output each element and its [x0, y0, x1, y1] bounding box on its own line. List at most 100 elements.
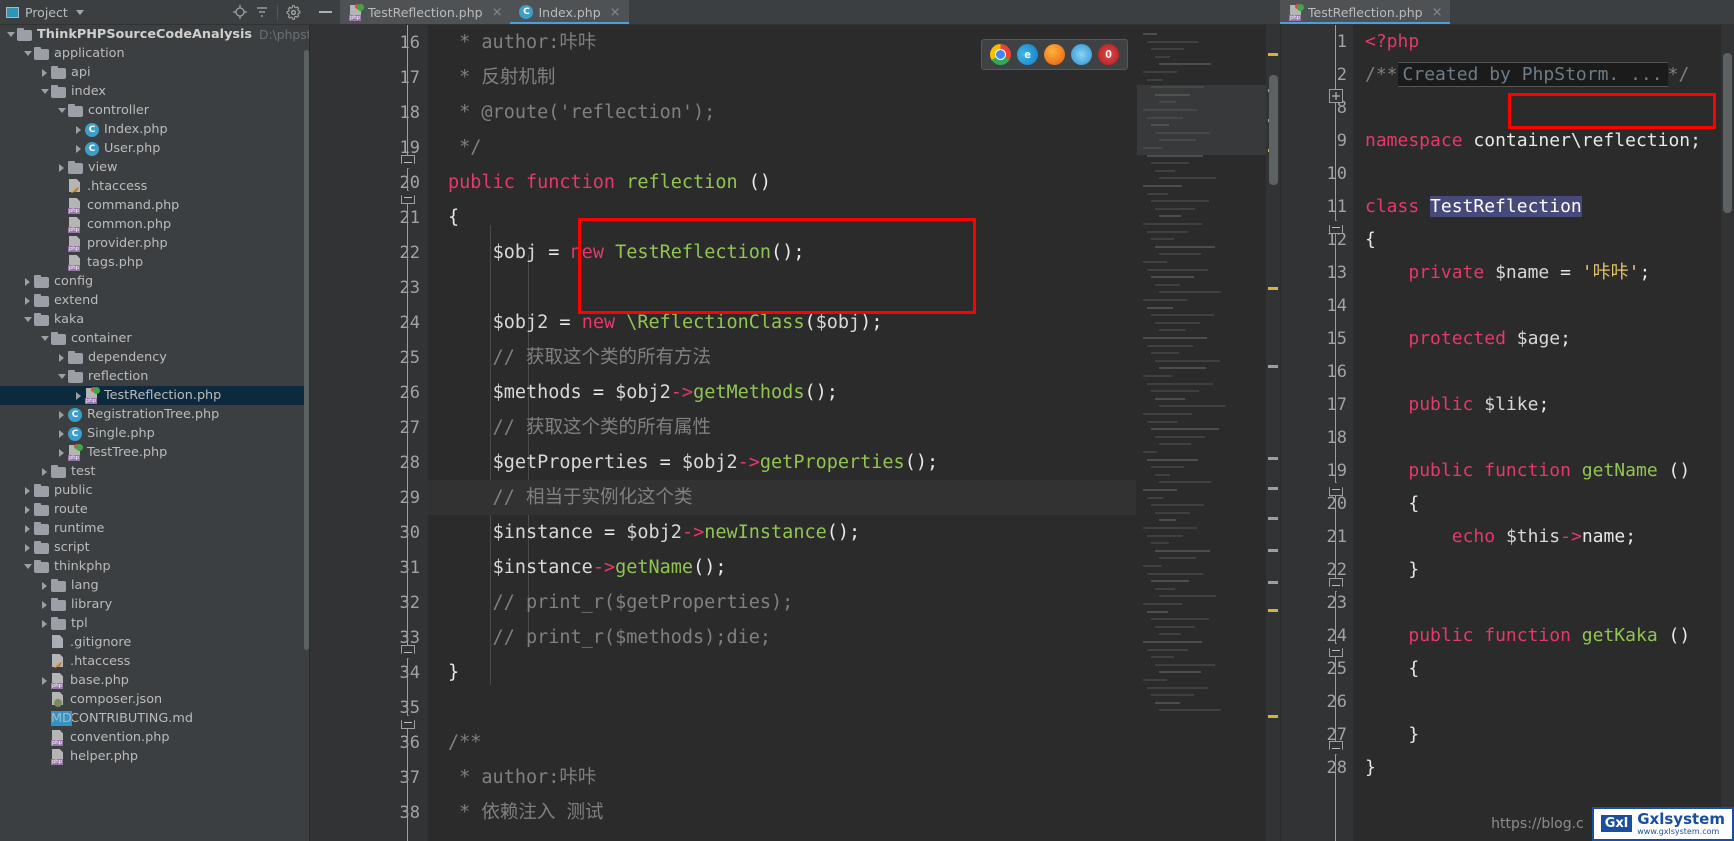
minimize-editor-button[interactable] — [310, 0, 340, 24]
tree-item-container[interactable]: container — [0, 329, 310, 348]
chevron-down-icon[interactable] — [55, 374, 68, 379]
code-line[interactable]: public function getKaka () — [1353, 619, 1721, 652]
tree-item-route[interactable]: route — [0, 500, 310, 519]
chevron-right-icon[interactable] — [21, 543, 34, 552]
tree-item-thinkphp[interactable]: thinkphp — [0, 557, 310, 576]
tree-item-contributing-md[interactable]: CONTRIBUTING.md — [0, 709, 310, 728]
chevron-right-icon[interactable] — [38, 467, 51, 476]
fold-start-icon[interactable] — [1329, 220, 1343, 234]
code-line[interactable]: { — [428, 200, 1136, 235]
chevron-right-icon[interactable] — [72, 144, 85, 153]
right-code-content[interactable]: <?php/** Created by PhpStorm. ... */ namesp… — [1353, 25, 1721, 841]
right-code-editor[interactable]: 1 2 8 9 10 11 12 13 14 15 16 17 18 19 20 21 22 23 24 25 26 27… — [1280, 25, 1734, 841]
code-line[interactable]: * @route('reflection'); — [428, 95, 1136, 130]
close-icon[interactable]: × — [610, 5, 621, 20]
code-line[interactable] — [1353, 157, 1721, 190]
tree-item-runtime[interactable]: runtime — [0, 519, 310, 538]
tree-item-extend[interactable]: extend — [0, 291, 310, 310]
tree-item-dependency[interactable]: dependency — [0, 348, 310, 367]
tree-item-htaccess[interactable]: .htaccess — [0, 652, 310, 671]
tree-item-single-php[interactable]: C Single.php — [0, 424, 310, 443]
chevron-down-icon[interactable] — [55, 108, 68, 113]
code-line[interactable] — [1353, 289, 1721, 322]
tree-item-view[interactable]: view — [0, 158, 310, 177]
tab-index-php[interactable]: C Index.php × — [510, 0, 629, 24]
code-line[interactable]: /** — [428, 725, 1136, 760]
code-line[interactable]: public function getName () — [1353, 454, 1721, 487]
fold-start-icon[interactable] — [401, 190, 415, 204]
code-line[interactable]: { — [1353, 652, 1721, 685]
tree-item-api[interactable]: api — [0, 63, 310, 82]
right-gutter[interactable]: 1 2 8 9 10 11 12 13 14 15 16 17 18 19 20 21 22 23 24 25 26 27… — [1281, 25, 1353, 841]
left-vscrollbar[interactable] — [1267, 25, 1280, 841]
code-line[interactable]: $instance->getName(); — [428, 550, 1136, 585]
right-error-stripe[interactable] — [1721, 25, 1734, 841]
chevron-right-icon[interactable] — [72, 125, 85, 134]
code-line[interactable]: $getProperties = $obj2->getProperties(); — [428, 445, 1136, 480]
code-line[interactable]: } — [1353, 718, 1721, 751]
firefox-icon[interactable] — [1044, 44, 1065, 65]
code-line[interactable] — [1353, 91, 1721, 124]
tree-item-tags-php[interactable]: tags.php — [0, 253, 310, 272]
code-line[interactable]: } — [428, 655, 1136, 690]
fold-start-icon[interactable] — [1329, 643, 1343, 657]
code-line[interactable]: namespace container\reflection; — [1353, 124, 1721, 157]
tree-item-index[interactable]: index — [0, 82, 310, 101]
chevron-down-icon[interactable] — [38, 336, 51, 341]
chevron-right-icon[interactable] — [55, 163, 68, 172]
code-line[interactable] — [1353, 586, 1721, 619]
code-line[interactable] — [1353, 355, 1721, 388]
tree-item-helper-php[interactable]: helper.php — [0, 747, 310, 766]
fold-end-icon[interactable] — [401, 645, 415, 659]
chevron-down-icon[interactable] — [21, 564, 34, 569]
code-line[interactable]: * 依赖注入 测试 — [428, 795, 1136, 830]
right-fold-column[interactable] — [1319, 25, 1353, 841]
code-line[interactable]: class TestReflection — [1353, 190, 1721, 223]
code-line[interactable] — [428, 270, 1136, 305]
tree-item-user-php[interactable]: C User.php — [0, 139, 310, 158]
tree-item-registrationtree-php[interactable]: C RegistrationTree.php — [0, 405, 310, 424]
fold-placeholder[interactable]: Created by PhpStorm. ... — [1397, 62, 1668, 87]
gear-icon[interactable] — [282, 1, 304, 23]
code-line[interactable] — [1353, 685, 1721, 718]
chevron-right-icon[interactable] — [55, 448, 68, 457]
close-icon[interactable]: × — [492, 5, 503, 20]
code-line[interactable]: } — [1353, 553, 1721, 586]
tree-item-command-php[interactable]: command.php — [0, 196, 310, 215]
chevron-right-icon[interactable] — [55, 429, 68, 438]
tree-item-public[interactable]: public — [0, 481, 310, 500]
code-line[interactable]: $obj2 = new \ReflectionClass($obj); — [428, 305, 1136, 340]
tab-testreflection-php[interactable]: TestReflection.php × — [340, 0, 511, 24]
chevron-right-icon[interactable] — [21, 296, 34, 305]
left-error-stripe[interactable] — [1266, 25, 1280, 841]
left-code-editor[interactable]: 16 17 18 19 20 21 22 23 24 25 26 27 28 29 30 31 32 33 34 35… — [310, 25, 1280, 841]
chevron-right-icon[interactable] — [38, 600, 51, 609]
left-code-content[interactable]: * author:咔咔 * 反射机制 * @route('reflection'… — [428, 25, 1136, 841]
code-line[interactable] — [428, 690, 1136, 725]
chevron-down-icon[interactable] — [4, 32, 17, 37]
tree-root-row[interactable]: ThinkPHPSourceCodeAnalysis D:\phpstudy_p… — [0, 25, 310, 44]
tree-item-test[interactable]: test — [0, 462, 310, 481]
chevron-down-icon[interactable] — [75, 9, 84, 15]
chevron-right-icon[interactable] — [21, 486, 34, 495]
fold-end-icon[interactable] — [1329, 741, 1343, 755]
tree-item-reflection[interactable]: reflection — [0, 367, 310, 386]
code-line[interactable]: $methods = $obj2->getMethods(); — [428, 375, 1136, 410]
tree-item-index-php[interactable]: C Index.php — [0, 120, 310, 139]
code-line[interactable]: // 相当于实例化这个类 — [428, 480, 1136, 515]
chevron-down-icon[interactable] — [38, 89, 51, 94]
fold-end-icon[interactable] — [1329, 578, 1343, 592]
code-line[interactable]: public function reflection () — [428, 165, 1136, 200]
code-line[interactable]: // 获取这个类的所有属性 — [428, 410, 1136, 445]
tree-item-application[interactable]: application — [0, 44, 310, 63]
code-line[interactable]: $obj = new TestReflection(); — [428, 235, 1136, 270]
tree-item-base-php[interactable]: base.php — [0, 671, 310, 690]
tree-item-lang[interactable]: lang — [0, 576, 310, 595]
chevron-right-icon[interactable] — [38, 68, 51, 77]
code-line[interactable]: // 获取这个类的所有方法 — [428, 340, 1136, 375]
tree-item-tpl[interactable]: tpl — [0, 614, 310, 633]
project-tree[interactable]: ThinkPHPSourceCodeAnalysis D:\phpstudy_p… — [0, 25, 310, 841]
tree-item-provider-php[interactable]: provider.php — [0, 234, 310, 253]
chevron-right-icon[interactable] — [21, 277, 34, 286]
chevron-right-icon[interactable] — [21, 505, 34, 514]
